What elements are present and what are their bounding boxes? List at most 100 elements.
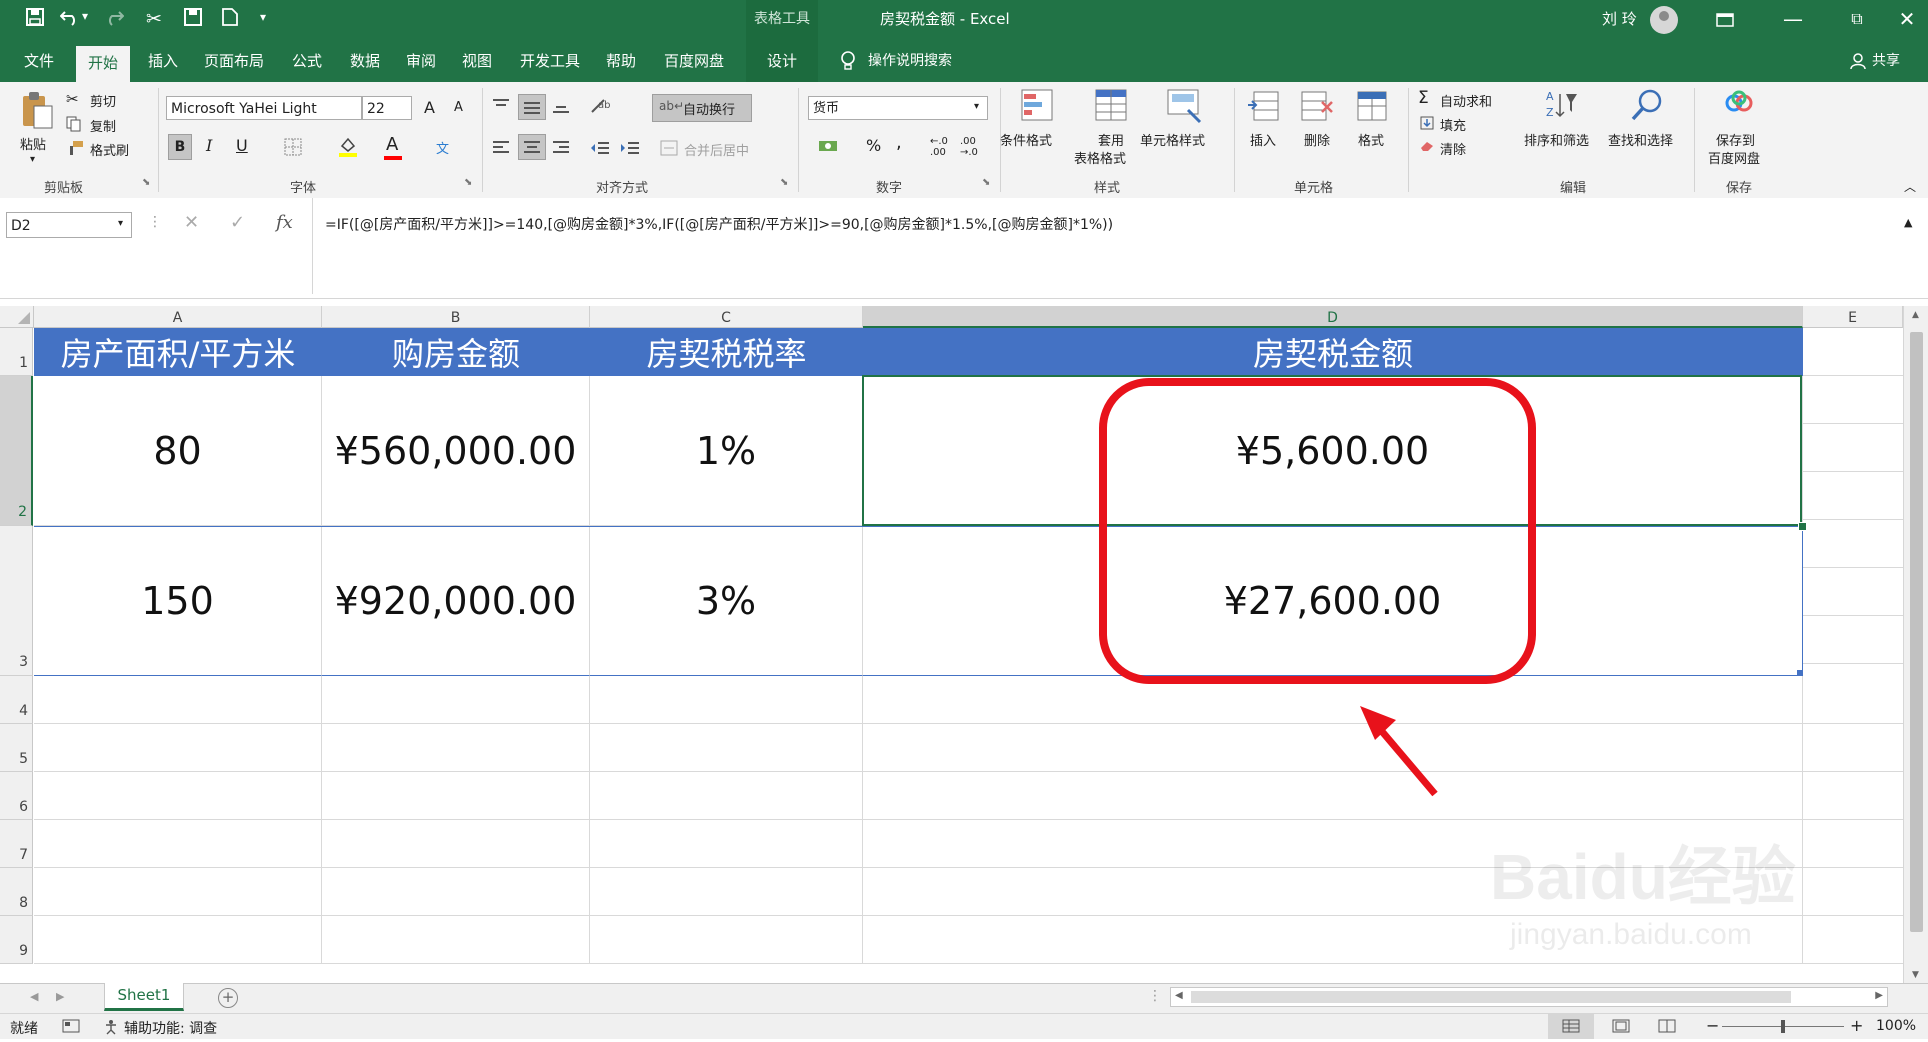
undo-dropdown-icon[interactable]: ▾ <box>82 9 88 23</box>
paste-icon[interactable] <box>20 90 54 134</box>
header-cell-rate[interactable]: 房契税税率 <box>590 328 863 376</box>
row-header-4[interactable]: 4 <box>0 676 33 724</box>
save-icon[interactable] <box>26 8 44 31</box>
fill-handle[interactable] <box>1798 522 1807 531</box>
find-select-icon[interactable] <box>1630 88 1664 126</box>
formula-input[interactable]: =IF([@[房产面积/平方米]]>=140,[@购房金额]*3%,IF([@[… <box>312 198 1903 294</box>
undo-icon[interactable] <box>59 8 80 31</box>
font-size-select[interactable]: 22 <box>362 96 412 120</box>
enter-icon[interactable]: ✓ <box>230 212 245 233</box>
format-painter-icon[interactable] <box>68 140 84 160</box>
format-cells-icon[interactable] <box>1356 90 1390 126</box>
row-header-9[interactable]: 9 <box>0 916 33 964</box>
tab-design[interactable]: 设计 <box>746 40 818 82</box>
insert-function-button[interactable]: fx <box>276 212 293 233</box>
conditional-formatting-icon[interactable] <box>1020 88 1056 128</box>
row-header-7[interactable]: 7 <box>0 820 33 868</box>
column-header-d[interactable]: D <box>863 306 1803 328</box>
cell-styles-button[interactable]: 单元格样式 <box>1140 130 1205 149</box>
column-header-c[interactable]: C <box>590 306 863 328</box>
accessibility-status[interactable]: 辅助功能: 调查 <box>124 1018 217 1038</box>
italic-button[interactable]: I <box>206 136 212 155</box>
normal-view-button[interactable] <box>1548 1014 1594 1039</box>
fill-button[interactable]: 填充 <box>1440 115 1466 134</box>
collapse-formula-bar-icon[interactable]: ▲ <box>1904 216 1912 229</box>
dialog-launcher-icon[interactable]: ⬊ <box>464 177 472 188</box>
column-header-a[interactable]: A <box>34 306 322 328</box>
comma-style-button[interactable]: , <box>896 132 902 153</box>
align-bottom-icon[interactable] <box>552 98 570 118</box>
column-e-cells[interactable] <box>1803 328 1903 676</box>
tab-data[interactable]: 数据 <box>348 40 382 82</box>
name-box-dropdown-icon[interactable]: ▾ <box>118 218 123 229</box>
table-cell[interactable]: 1% <box>590 376 863 526</box>
table-resize-handle[interactable] <box>1797 670 1803 676</box>
insert-cells-icon[interactable] <box>1246 90 1280 126</box>
wrap-text-button[interactable]: ab↵ 自动换行 <box>652 94 752 122</box>
vertical-scrollbar[interactable]: ▲ ▼ <box>1903 306 1928 984</box>
restore-button[interactable]: ⧉ <box>1834 0 1880 40</box>
autosum-button[interactable]: 自动求和 <box>1440 91 1492 110</box>
underline-button[interactable]: U <box>236 136 248 155</box>
page-break-view-icon[interactable] <box>1658 1019 1676 1037</box>
share-icon[interactable] <box>1850 53 1866 73</box>
bold-button[interactable]: B <box>168 134 192 160</box>
tell-me-search[interactable]: 操作说明搜索 <box>866 40 954 82</box>
redo-icon[interactable] <box>104 8 125 31</box>
horizontal-scrollbar[interactable]: ◀ ▶ <box>1170 987 1888 1007</box>
scroll-left-icon[interactable]: ◀ <box>1175 990 1183 1001</box>
column-header-e[interactable]: E <box>1803 306 1903 328</box>
font-color-button[interactable]: A <box>386 134 398 155</box>
increase-indent-icon[interactable] <box>620 140 640 160</box>
format-as-table-line2[interactable]: 表格格式 <box>1074 148 1126 167</box>
align-top-icon[interactable] <box>492 98 510 118</box>
phonetic-guide-button[interactable]: 文 <box>436 138 449 157</box>
close-button[interactable]: ✕ <box>1884 0 1928 40</box>
zoom-in-button[interactable]: + <box>1850 1016 1863 1035</box>
row-header-3[interactable]: 3 <box>0 526 33 676</box>
cancel-icon[interactable]: ✕ <box>184 212 199 233</box>
more-options-icon[interactable]: ⋮ <box>148 214 162 230</box>
orientation-icon[interactable]: ab <box>590 96 616 118</box>
customize-qat-icon[interactable]: ▾ <box>260 10 266 24</box>
ribbon-display-options-icon[interactable] <box>1702 0 1748 40</box>
decrease-indent-icon[interactable] <box>590 140 610 160</box>
scrollbar-thumb[interactable] <box>1910 332 1923 932</box>
format-as-table-line1[interactable]: 套用 <box>1098 130 1124 149</box>
tab-review[interactable]: 审阅 <box>404 40 438 82</box>
fill-color-icon[interactable] <box>338 136 358 162</box>
worksheet-grid[interactable]: A B C D E 1 2 3 4 5 6 7 8 9 房产面积/平方米 购房金… <box>0 306 1928 984</box>
row-header-5[interactable]: 5 <box>0 724 33 772</box>
increase-decimal-icon[interactable]: ←.0.00 <box>930 136 948 158</box>
table-cell[interactable]: 150 <box>34 526 322 676</box>
align-middle-button[interactable] <box>518 94 546 120</box>
zoom-out-button[interactable]: − <box>1706 1016 1719 1035</box>
shrink-font-button[interactable]: A <box>454 100 463 115</box>
align-left-icon[interactable] <box>492 140 510 160</box>
save-as-icon[interactable] <box>184 8 202 31</box>
grow-font-button[interactable]: A <box>424 98 435 117</box>
find-select-button[interactable]: 查找和选择 <box>1608 130 1673 149</box>
cut-icon[interactable]: ✂ <box>66 90 79 108</box>
table-cell[interactable]: 80 <box>34 376 322 526</box>
page-layout-view-icon[interactable] <box>1612 1019 1630 1037</box>
format-painter-button[interactable]: 格式刷 <box>90 140 129 159</box>
font-name-select[interactable]: Microsoft YaHei Light <box>166 96 362 120</box>
decrease-decimal-icon[interactable]: .00 →.0 <box>960 136 978 158</box>
share-button[interactable]: 共享 <box>1870 40 1902 82</box>
scroll-up-icon[interactable]: ▲ <box>1912 310 1919 320</box>
sort-filter-icon[interactable]: AZ <box>1544 88 1578 126</box>
insert-cells-button[interactable]: 插入 <box>1250 130 1276 149</box>
save-to-baidu-line1[interactable]: 保存到 <box>1716 130 1755 149</box>
zoom-slider-thumb[interactable] <box>1781 1020 1785 1033</box>
align-right-icon[interactable] <box>552 140 570 160</box>
horizontal-scroll-thumb[interactable] <box>1191 991 1791 1003</box>
delete-cells-button[interactable]: 删除 <box>1304 130 1330 149</box>
tab-insert[interactable]: 插入 <box>146 40 180 82</box>
clear-button[interactable]: 清除 <box>1440 139 1466 158</box>
tab-baidu-netdisk[interactable]: 百度网盘 <box>662 40 726 82</box>
cut-button[interactable]: 剪切 <box>90 91 116 110</box>
table-cell[interactable]: ¥920,000.00 <box>322 526 590 676</box>
align-center-button[interactable] <box>518 134 546 160</box>
copy-icon[interactable] <box>66 116 82 136</box>
